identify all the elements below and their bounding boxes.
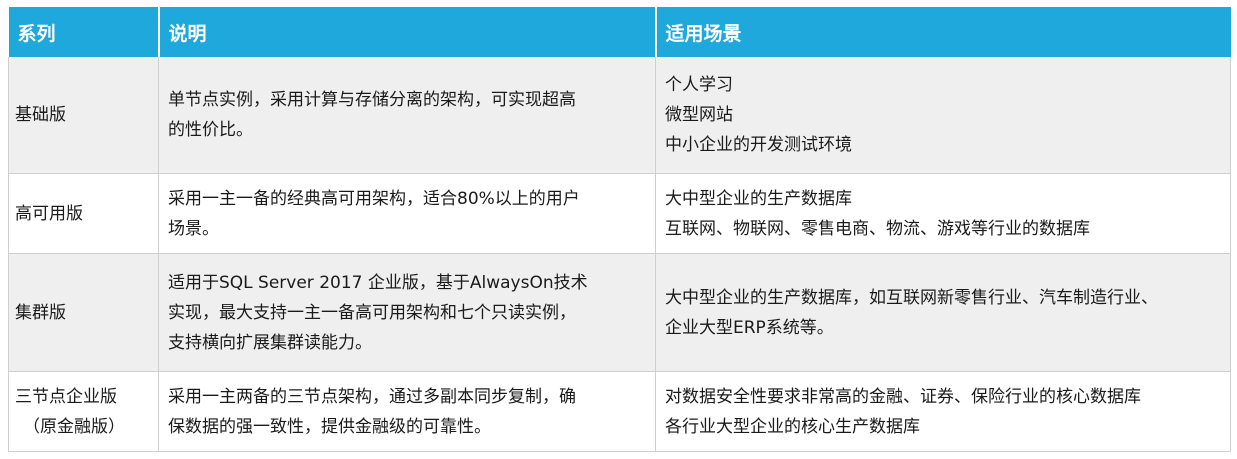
series-name: 基础版 [15,105,66,125]
description-line: 场景。 [168,218,219,239]
scenario-line: 中小企业的开发测试环境 [665,135,852,155]
cell-series: 高可用版 [8,173,159,254]
cell-scenarios: 大中型企业的生产数据库，如互联网新零售行业、汽车制造行业、 企业大型ERP系统等… [655,253,1231,372]
editions-table: 系列 说明 适用场景 基础版 单节点实例，采用计算与存储分离的架构，可实现超高 … [8,7,1231,452]
scenario-line: 对数据安全性要求非常高的金融、证券、保险行业的核心数据库 [665,386,1141,407]
description-line: 的性价比。 [168,120,253,140]
cell-series: 集群版 [8,253,159,372]
scenario-line: 企业大型ERP系统等。 [665,317,834,338]
editions-table-container: 系列 说明 适用场景 基础版 单节点实例，采用计算与存储分离的架构，可实现超高 … [8,7,1231,452]
scenario-line: 各行业大型企业的核心生产数据库 [665,416,920,437]
header-series: 系列 [8,7,160,57]
cell-description: 采用一主一备的经典高可用架构，适合80%以上的用户 场景。 [158,173,656,254]
series-name: 集群版 [15,302,66,323]
table-row: 高可用版 采用一主一备的经典高可用架构，适合80%以上的用户 场景。 大中型企业… [8,173,1231,254]
table-row: 三节点企业版 （原金融版） 采用一主两备的三节点架构，通过多副本同步复制，确 保… [8,371,1231,452]
cell-series: 三节点企业版 （原金融版） [8,371,159,452]
description-line: 采用一主一备的经典高可用架构，适合80%以上的用户 [168,188,580,209]
cell-scenarios: 个人学习 微型网站 中小企业的开发测试环境 [655,57,1231,174]
cell-description: 单节点实例，采用计算与存储分离的架构，可实现超高 的性价比。 [158,57,656,174]
header-scenarios: 适用场景 [655,7,1231,57]
scenario-line: 互联网、物联网、零售电商、物流、游戏等行业的数据库 [665,218,1090,239]
cell-scenarios: 对数据安全性要求非常高的金融、证券、保险行业的核心数据库 各行业大型企业的核心生… [655,371,1231,452]
cell-description: 适用于SQL Server 2017 企业版，基于AlwaysOn技术 实现，最… [158,253,656,372]
table-row: 集群版 适用于SQL Server 2017 企业版，基于AlwaysOn技术 … [8,253,1231,372]
series-name: 高可用版 [15,203,83,224]
description-line: 保数据的强一致性，提供金融级的可靠性。 [168,416,491,437]
cell-description: 采用一主两备的三节点架构，通过多副本同步复制，确 保数据的强一致性，提供金融级的… [158,371,656,452]
scenario-line: 大中型企业的生产数据库，如互联网新零售行业、汽车制造行业、 [665,287,1158,308]
table-row: 基础版 单节点实例，采用计算与存储分离的架构，可实现超高 的性价比。 个人学习 … [8,57,1231,174]
description-line: 适用于SQL Server 2017 企业版，基于AlwaysOn技术 [168,272,588,293]
scenario-line: 个人学习 [665,75,733,95]
header-description: 说明 [158,7,657,57]
table-header-row: 系列 说明 适用场景 [8,7,1231,57]
cell-scenarios: 大中型企业的生产数据库 互联网、物联网、零售电商、物流、游戏等行业的数据库 [655,173,1231,254]
description-line: 实现，最大支持一主一备高可用架构和七个只读实例， [168,302,576,323]
cell-series: 基础版 [8,57,159,174]
scenario-line: 大中型企业的生产数据库 [665,188,852,209]
series-name: 三节点企业版 [15,386,117,407]
description-line: 支持横向扩展集群读能力。 [168,332,372,353]
description-line: 单节点实例，采用计算与存储分离的架构，可实现超高 [168,90,576,110]
description-line: 采用一主两备的三节点架构，通过多副本同步复制，确 [168,386,576,407]
scenario-line: 微型网站 [665,105,733,125]
series-name-note: （原金融版） [23,416,125,437]
